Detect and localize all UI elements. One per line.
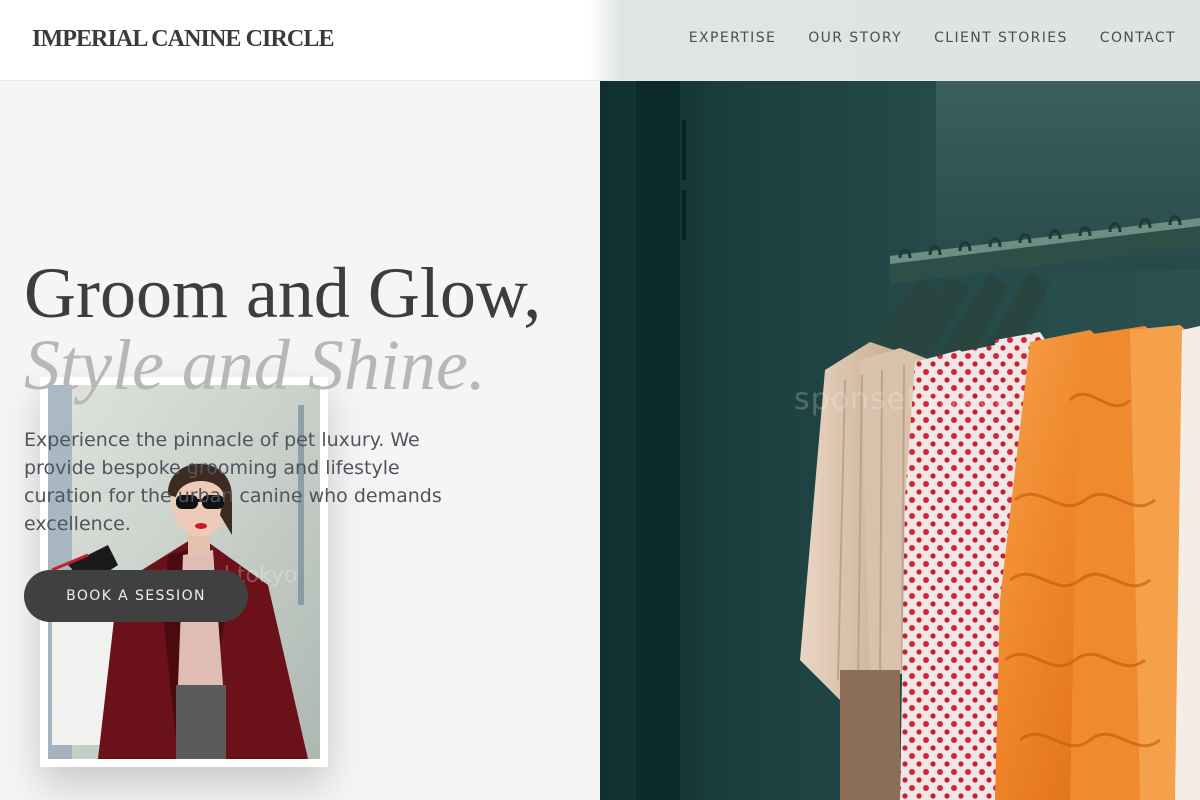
main-nav: EXPERTISE OUR STORY CLIENT STORIES CONTA… xyxy=(689,30,1176,46)
hero-intro-text: Experience the pinnacle of pet luxury. W… xyxy=(24,429,442,535)
hero-headline: Groom and Glow, xyxy=(24,253,542,333)
hero-photo-watermark: sponsel.tokyo xyxy=(794,382,1014,417)
site-logo[interactable]: IMPERIAL CANINE CIRCLE xyxy=(32,26,334,53)
nav-link-contact[interactable]: CONTACT xyxy=(1100,30,1176,46)
clothing-rack-photo: sponsel.tokyo xyxy=(600,80,1200,800)
nav-link-expertise[interactable]: EXPERTISE xyxy=(689,30,776,46)
nav-link-client-stories[interactable]: CLIENT STORIES xyxy=(934,30,1068,46)
site-header: IMPERIAL CANINE CIRCLE EXPERTISE OUR STO… xyxy=(0,0,1200,81)
nav-link-our-story[interactable]: OUR STORY xyxy=(808,30,902,46)
book-session-button[interactable]: BOOK A SESSION xyxy=(24,570,248,622)
hero-headline-accent: Style and Shine. xyxy=(24,325,486,405)
